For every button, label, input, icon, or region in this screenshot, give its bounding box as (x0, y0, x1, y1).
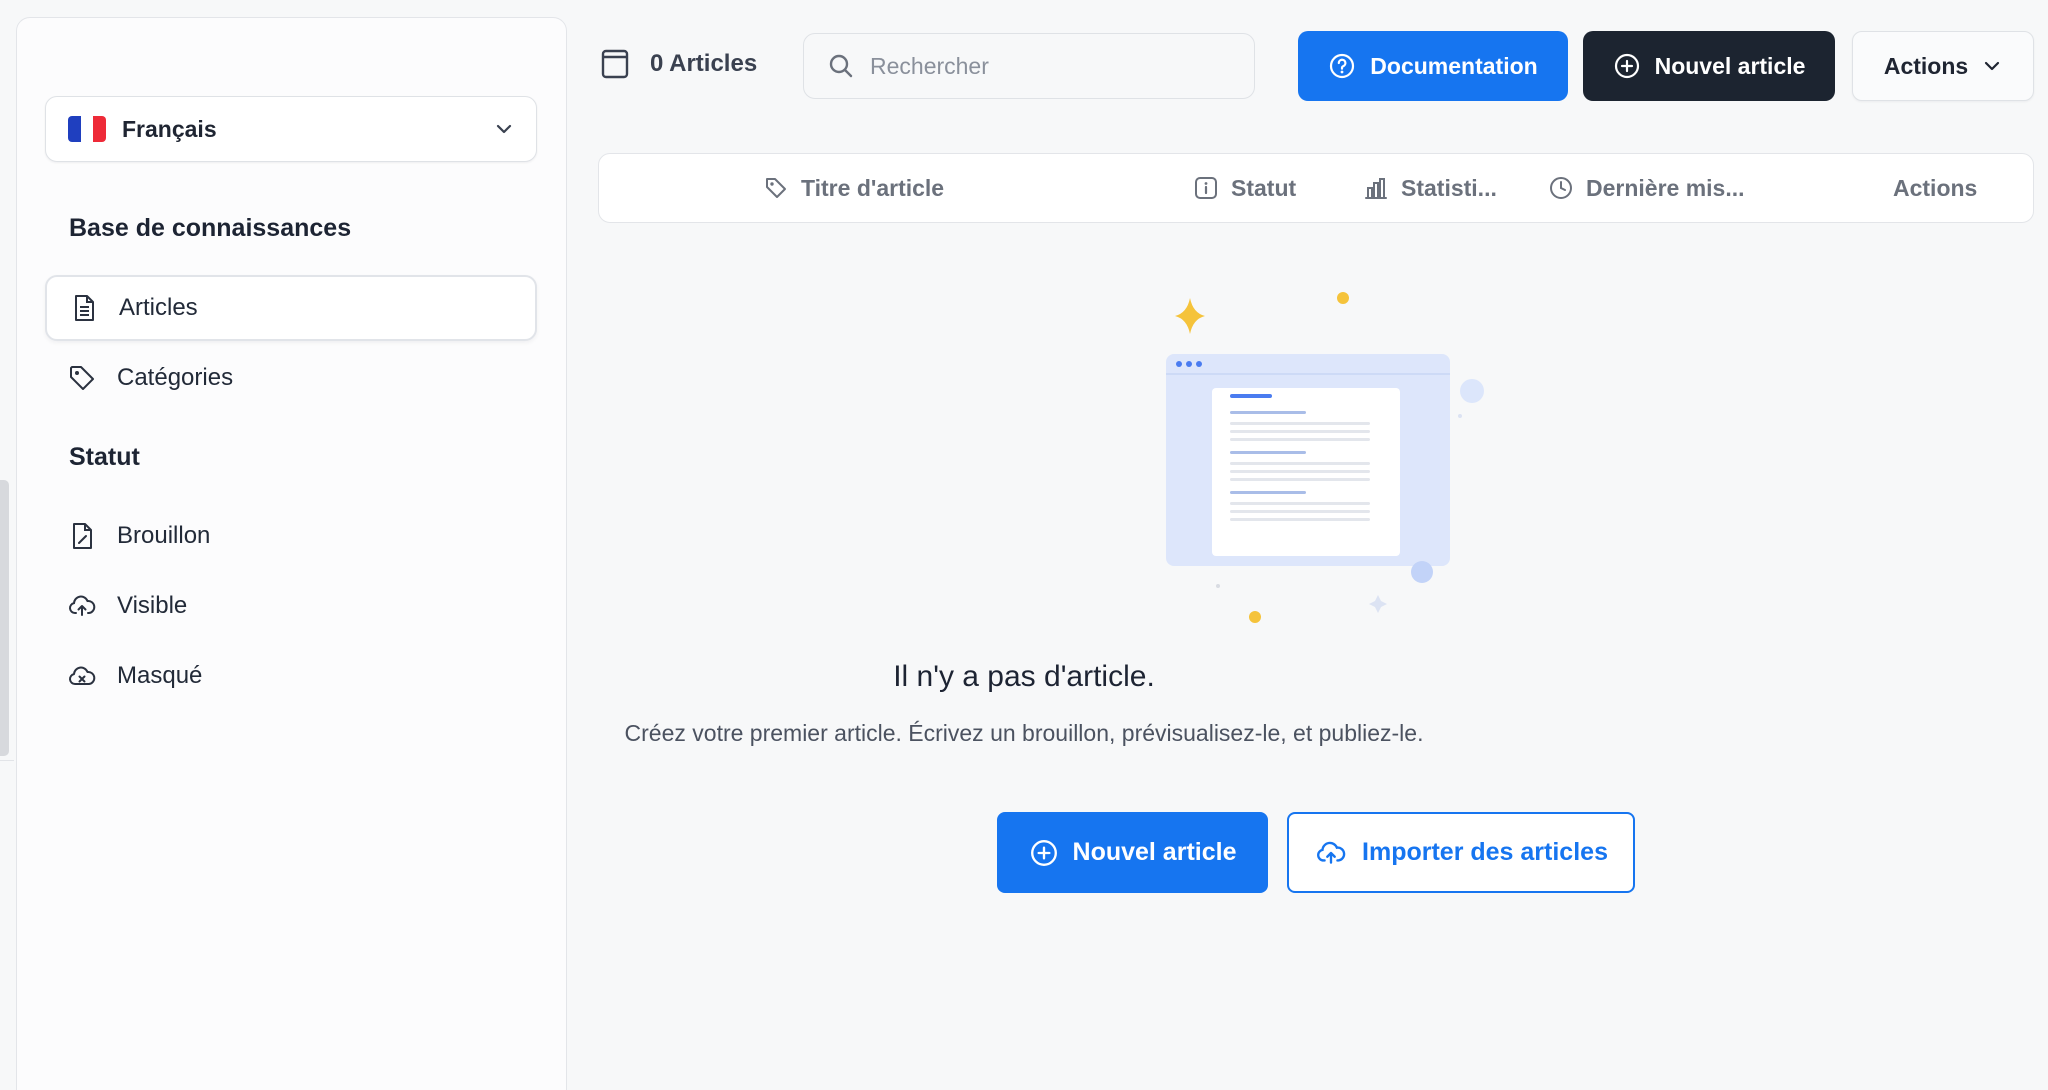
import-articles-label: Importer des articles (1362, 838, 1608, 866)
empty-state-subtitle: Créez votre premier article. Écrivez un … (624, 720, 1424, 746)
help-circle-icon (1330, 53, 1355, 79)
new-article-button[interactable]: Nouvel article (1583, 31, 1835, 101)
chevron-down-icon (1985, 61, 2000, 71)
empty-new-article-button[interactable]: Nouvel article (997, 812, 1268, 893)
knowledge-base-heading: Base de connaissances (69, 214, 352, 242)
sidebar-item-categories[interactable]: Catégories (45, 345, 537, 411)
actions-label: Actions (1883, 52, 1969, 79)
chevron-down-icon (496, 124, 512, 134)
actions-button[interactable]: Actions (1852, 31, 2034, 101)
documentation-label: Documentation (1370, 52, 1538, 79)
app-root: Français Base de connaissances Articles … (0, 0, 2048, 1090)
cloud-upload-icon (1317, 841, 1346, 864)
column-status[interactable]: Statut (1193, 154, 1296, 222)
sidebar-item-draft[interactable]: Brouillon (45, 503, 537, 569)
column-label: Statut (1231, 174, 1297, 201)
cloud-upload-icon (69, 595, 96, 616)
sidebar-item-articles[interactable]: Articles (45, 275, 537, 341)
column-label: Statisti... (1401, 174, 1497, 201)
empty-new-article-label: Nouvel article (1072, 838, 1237, 866)
column-title[interactable]: Titre d'article (763, 154, 944, 222)
page-icon (601, 49, 629, 79)
draft-icon (73, 523, 92, 549)
clock-icon (1550, 177, 1572, 199)
column-label: Actions (1893, 174, 1978, 201)
article-count-label: 0 Articles (650, 50, 758, 77)
sidebar-item-label: Visible (117, 592, 188, 619)
empty-state-title: Il n'y a pas d'article. (893, 660, 1155, 693)
empty-state-illustration (1166, 292, 1484, 623)
new-article-label: Nouvel article (1654, 52, 1806, 79)
scrollbar[interactable] (0, 480, 9, 756)
language-label: Français (122, 115, 217, 142)
column-label: Dernière mis... (1586, 174, 1745, 201)
tag-icon (70, 366, 94, 390)
sidebar-item-visible[interactable]: Visible (45, 573, 537, 639)
column-label: Titre d'article (801, 174, 945, 201)
tag-icon (766, 178, 786, 198)
search-box (803, 33, 1255, 99)
divider (0, 760, 14, 761)
info-icon (1195, 177, 1217, 199)
sidebar: Français Base de connaissances Articles … (16, 17, 567, 1090)
language-select[interactable]: Français (45, 96, 537, 162)
sidebar-item-label: Articles (119, 294, 198, 321)
search-input[interactable] (870, 52, 1230, 80)
sidebar-item-label: Catégories (117, 364, 234, 391)
table-header: Titre d'article Statut Statisti... Derni… (598, 153, 2034, 223)
column-actions: Actions (1893, 154, 1977, 222)
search-icon (829, 54, 853, 78)
article-count: 0 Articles (600, 48, 757, 80)
plus-circle-icon (1030, 839, 1057, 866)
sidebar-item-label: Brouillon (117, 522, 211, 549)
documentation-button[interactable]: Documentation (1298, 31, 1568, 101)
status-heading: Statut (69, 443, 140, 471)
column-statistics[interactable]: Statisti... (1363, 154, 1497, 222)
document-icon (75, 295, 94, 321)
bar-chart-icon (1365, 178, 1387, 199)
column-last-updated[interactable]: Dernière mis... (1548, 154, 1745, 222)
import-articles-button[interactable]: Importer des articles (1287, 812, 1635, 893)
france-flag-icon (68, 116, 106, 142)
plus-circle-icon (1614, 53, 1639, 79)
